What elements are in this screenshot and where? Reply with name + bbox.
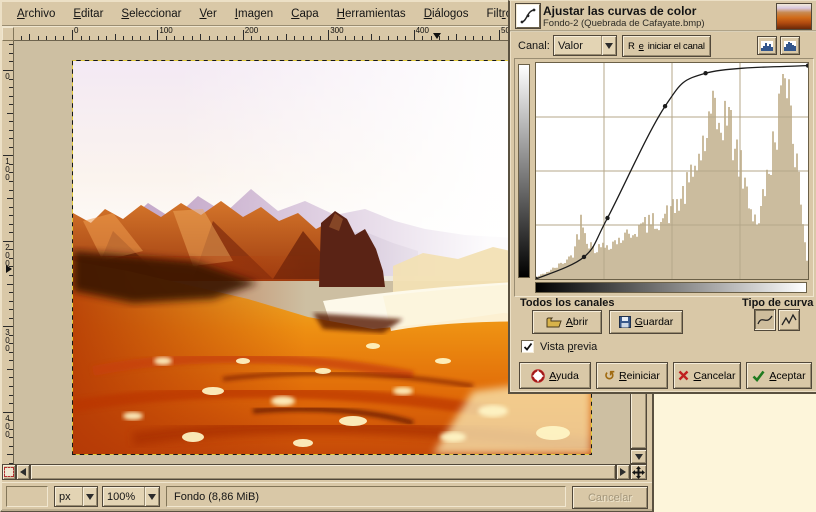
accept-label: Aceptar <box>769 370 805 382</box>
menu-dilogos[interactable]: Diálogos <box>415 8 478 20</box>
zoom-value: 100% <box>103 487 144 506</box>
save-label: Guardar <box>635 316 674 328</box>
unit-value: px <box>55 487 82 506</box>
pan-cross-icon <box>632 466 645 479</box>
arrow-down-icon <box>635 454 643 460</box>
menu-capa[interactable]: Capa <box>282 8 328 20</box>
reset-label: Reiniciar <box>619 370 660 382</box>
help-label: Ayuda <box>549 370 579 382</box>
reset-button[interactable]: ↺ Reiniciar <box>596 362 668 389</box>
reset-arrow-icon: ↺ <box>604 368 615 384</box>
checkmark-icon <box>523 342 533 352</box>
vertical-gradient-strip <box>518 64 530 278</box>
lifebuoy-icon <box>531 369 545 383</box>
chevron-down-icon <box>82 487 97 506</box>
arrow-right-icon <box>620 468 626 476</box>
preview-label: Vista previa <box>540 341 597 353</box>
navigation-pan-button[interactable] <box>630 464 647 480</box>
horizontal-gradient-strip <box>535 282 807 293</box>
image-thumbnail <box>776 3 812 30</box>
chevron-down-icon <box>144 487 159 506</box>
status-bar: px 100% Fondo (8,86 MiB) Cancelar <box>2 482 652 511</box>
vertical-ruler: 0100200300400 <box>2 41 14 464</box>
curve-type-label: Tipo de curva <box>742 297 813 309</box>
open-button[interactable]: Abrir <box>532 310 602 334</box>
all-channels-label: Todos los canales <box>520 297 615 309</box>
curve-type-smooth-button[interactable] <box>754 309 776 331</box>
curves-plot[interactable] <box>535 62 809 280</box>
scroll-right-button[interactable] <box>616 464 630 480</box>
dialog-subtitle: Fondo-2 (Quebrada de Cafayate.bmp) <box>543 18 705 29</box>
curve-control-point[interactable] <box>582 255 586 259</box>
save-button[interactable]: Guardar <box>609 310 683 334</box>
separator <box>510 30 816 32</box>
quickmask-toggle-button[interactable] <box>2 464 16 480</box>
curves-dialog-icon <box>516 4 540 28</box>
curves-dialog: Ajustar las curvas de color Fondo-2 (Que… <box>508 0 816 394</box>
ruler-corner-button[interactable] <box>2 27 14 41</box>
jagged-curve-icon <box>781 313 797 327</box>
help-button[interactable]: Ayuda <box>519 362 591 389</box>
preview-checkbox[interactable] <box>521 340 534 353</box>
channel-select[interactable]: Valor <box>553 35 617 56</box>
cancel-x-icon <box>678 370 689 381</box>
status-message: Fondo (8,86 MiB) <box>166 486 566 507</box>
accept-check-icon <box>752 370 765 382</box>
cancel-label: Cancelar <box>693 370 735 382</box>
open-label: Abrir <box>566 316 588 328</box>
curve-control-point[interactable] <box>703 71 707 75</box>
channel-label: Canal: <box>518 40 550 52</box>
horizontal-scroll-thumb[interactable] <box>30 464 616 480</box>
menu-archivo[interactable]: Archivo <box>8 8 64 20</box>
floppy-disk-icon <box>619 316 631 328</box>
menu-seleccionar[interactable]: Seleccionar <box>112 8 190 20</box>
chevron-down-icon <box>601 36 616 55</box>
arrow-left-icon <box>20 468 26 476</box>
log-histogram-icon <box>784 41 796 51</box>
histogram-log-button[interactable] <box>780 36 800 55</box>
curve-control-point[interactable] <box>663 104 667 108</box>
status-cancel-button: Cancelar <box>572 486 648 509</box>
quickmask-icon <box>4 467 14 477</box>
scroll-down-button[interactable] <box>630 449 647 464</box>
zoom-select[interactable]: 100% <box>102 486 160 507</box>
channel-value: Valor <box>554 36 601 55</box>
cancel-button[interactable]: Cancelar <box>673 362 741 389</box>
histogram-linear-button[interactable] <box>757 36 777 55</box>
curve-control-point[interactable] <box>806 63 808 67</box>
linear-histogram-icon <box>761 41 773 51</box>
menu-herramientas[interactable]: Herramientas <box>328 8 415 20</box>
smooth-curve-icon <box>757 313 773 327</box>
curve-type-freehand-button[interactable] <box>778 309 800 331</box>
curve-control-point[interactable] <box>605 216 609 220</box>
horizontal-scrollbar[interactable] <box>16 464 630 480</box>
cursor-position-box <box>6 486 48 507</box>
unit-select[interactable]: px <box>54 486 98 507</box>
dialog-title: Ajustar las curvas de color <box>543 4 696 18</box>
desktop: ArchivoEditarSeleccionarVerImagenCapaHer… <box>0 0 816 512</box>
folder-open-icon <box>546 316 562 328</box>
accept-button[interactable]: Aceptar <box>746 362 812 389</box>
ruler-position-marker <box>433 33 441 39</box>
menu-ver[interactable]: Ver <box>191 8 226 20</box>
ruler-position-marker <box>6 265 12 273</box>
reset-channel-button[interactable]: Reiniciar el canal <box>622 35 711 57</box>
scroll-left-button[interactable] <box>16 464 30 480</box>
menu-editar[interactable]: Editar <box>64 8 112 20</box>
menu-imagen[interactable]: Imagen <box>226 8 282 20</box>
